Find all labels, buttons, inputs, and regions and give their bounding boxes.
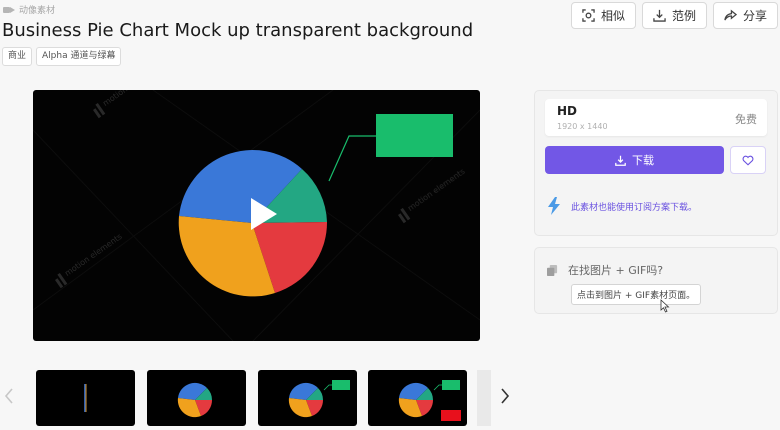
watermark-text: motion elements — [101, 90, 162, 108]
favorite-button[interactable] — [730, 146, 766, 174]
example-label: 范例 — [671, 9, 696, 23]
example-button[interactable]: 范例 — [641, 2, 707, 29]
lightning-icon — [548, 197, 560, 215]
thumbnail-3[interactable] — [258, 370, 357, 426]
resolution-option[interactable]: HD 1920 x 1440 免费 — [545, 99, 767, 136]
subscription-link[interactable]: 此素材也能使用订阅方案下载。 — [571, 200, 697, 213]
thumbnail-5-partial[interactable] — [477, 370, 491, 426]
share-label: 分享 — [742, 9, 767, 23]
gif-question: 在找图片 + GIF吗? — [568, 264, 664, 277]
image-stack-icon — [547, 264, 558, 276]
page-title: Business Pie Chart Mock up transparent b… — [2, 20, 474, 41]
mouse-cursor-icon — [660, 299, 670, 313]
category-label[interactable]: 动像素材 — [3, 3, 55, 16]
chevron-left-icon[interactable] — [2, 386, 16, 406]
tag-list: 商业 Alpha 通道与绿幕 — [2, 47, 122, 66]
tag-alpha-greenscreen[interactable]: Alpha 通道与绿幕 — [36, 47, 122, 66]
green-card — [376, 114, 453, 157]
thumbnail-1[interactable] — [36, 370, 135, 426]
similar-label: 相似 — [600, 9, 625, 23]
watermark-text: motion elements — [406, 167, 467, 213]
share-button[interactable]: 分享 — [712, 2, 778, 29]
tag-business[interactable]: 商业 — [2, 47, 33, 66]
share-icon — [724, 9, 737, 21]
download-panel: HD 1920 x 1440 免费 下载 此素材也能使用订阅方案下载。 — [534, 90, 778, 236]
connector-line — [328, 135, 376, 182]
play-icon[interactable] — [241, 194, 281, 234]
watermark-text: motion elements — [63, 232, 124, 278]
download-button[interactable]: 下载 — [545, 146, 724, 174]
page: 动像素材 Business Pie Chart Mock up transpar… — [0, 0, 780, 430]
subscription-row: 此素材也能使用订阅方案下载。 — [547, 197, 697, 215]
download-label: 下载 — [632, 154, 654, 167]
price-label: 免费 — [735, 113, 757, 126]
video-camera-icon — [3, 6, 15, 14]
video-player[interactable]: motion elements motion elements motion e… — [33, 90, 480, 341]
thumbnail-4[interactable] — [368, 370, 467, 426]
chevron-right-icon[interactable] — [498, 386, 512, 406]
thumbnail-strip — [0, 364, 780, 430]
heart-icon — [742, 155, 754, 166]
top-actions: 相似 范例 分享 — [570, 2, 778, 29]
similar-button[interactable]: 相似 — [570, 2, 636, 29]
gif-panel: 在找图片 + GIF吗? 点击到图片 + GIF素材页面。 — [534, 247, 778, 314]
gif-page-link[interactable]: 点击到图片 + GIF素材页面。 — [571, 284, 702, 305]
thumbnail-2[interactable] — [147, 370, 246, 426]
resolution-size: 1920 x 1440 — [557, 122, 608, 131]
resolution-label: HD — [557, 104, 578, 118]
category-text: 动像素材 — [19, 6, 56, 16]
scan-icon — [582, 9, 595, 22]
download-icon — [615, 155, 626, 166]
gif-question-row: 在找图片 + GIF吗? — [547, 262, 663, 278]
download-icon — [653, 9, 666, 22]
